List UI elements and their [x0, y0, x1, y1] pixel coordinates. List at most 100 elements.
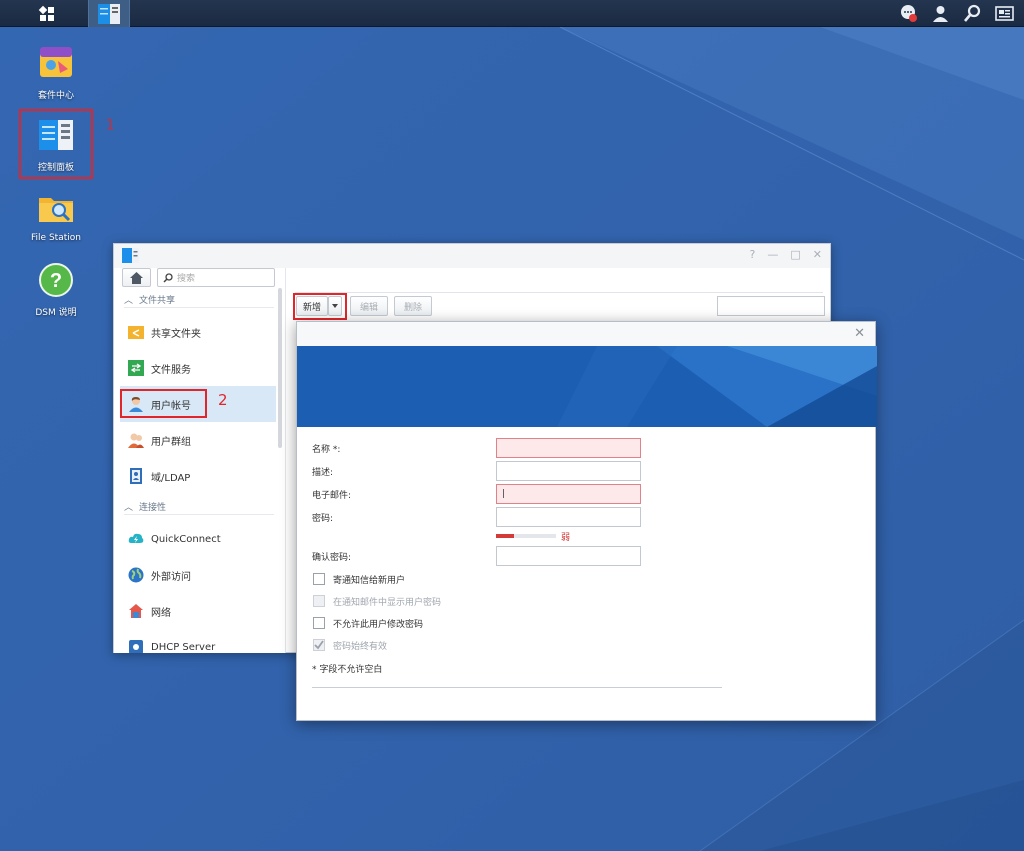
- option-label: 密码始终有效: [333, 641, 388, 652]
- checkbox[interactable]: [313, 617, 325, 629]
- create-user-dialog: ✕ 名称 *: 描述: 电子邮件: | 密码: 弱 确认密码: 寄通知信给新用户…: [296, 321, 877, 721]
- sidebar: 搜索 ︿ 文件共享 共享文件夹 文件服务 用户帐号 用户群组 域/LDAP ︿: [114, 268, 286, 653]
- quickconnect-icon: [128, 533, 144, 543]
- sidebar-item-label: 外部访问: [151, 571, 191, 583]
- email-field[interactable]: |: [496, 484, 641, 504]
- sidebar-item-label: 域/LDAP: [151, 472, 191, 484]
- confirm-password-field[interactable]: [496, 546, 641, 566]
- sidebar-scrollbar[interactable]: [278, 288, 282, 448]
- desktop-icon-label: 套件中心: [37, 91, 74, 101]
- window-controls: ? — □ ✕: [750, 248, 822, 261]
- highlight-user-account: [120, 389, 207, 418]
- sidebar-item-file-services[interactable]: 文件服务: [120, 350, 276, 386]
- help-icon: ?: [39, 263, 73, 297]
- filter-input[interactable]: [717, 296, 825, 316]
- control-panel-icon: [122, 248, 139, 263]
- minimize-button[interactable]: —: [767, 248, 778, 261]
- tab-divider: [295, 292, 823, 293]
- highlight-control-panel: [19, 109, 93, 179]
- dhcp-server-icon: [129, 640, 143, 653]
- file-services-icon: [128, 360, 144, 376]
- password-strength-fill: [496, 534, 514, 538]
- option-label: 在通知邮件中显示用户密码: [333, 597, 442, 608]
- sidebar-item-label: 网络: [151, 607, 171, 619]
- email-label: 电子邮件:: [312, 491, 352, 501]
- shared-folder-icon: [128, 326, 144, 339]
- edit-button[interactable]: 编辑: [350, 296, 388, 316]
- chevron-up-icon: ︿: [124, 503, 134, 513]
- confirm-password-label: 确认密码:: [312, 553, 352, 563]
- folder-search-icon: [39, 198, 73, 222]
- name-field[interactable]: [496, 438, 641, 458]
- password-strength-meter: [496, 534, 556, 538]
- password-field[interactable]: [496, 507, 641, 527]
- highlight-create-button: [293, 293, 347, 320]
- sidebar-item-label: 文件服务: [151, 364, 191, 376]
- sidebar-item-user-group[interactable]: 用户群组: [120, 422, 276, 458]
- sidebar-item-quickconnect[interactable]: QuickConnect: [120, 521, 276, 557]
- delete-button[interactable]: 删除: [394, 296, 432, 316]
- section-label: 文件共享: [139, 296, 176, 306]
- sidebar-item-label: QuickConnect: [151, 533, 221, 545]
- taskbar-control-panel[interactable]: [88, 0, 130, 27]
- desktop-icon-package-center[interactable]: 套件中心: [20, 45, 92, 101]
- package-center-icon: [40, 47, 72, 77]
- checkmark-icon: [314, 640, 324, 650]
- checkbox-checked[interactable]: [313, 639, 325, 651]
- main-menu-button[interactable]: [16, 0, 78, 27]
- sidebar-item-shared-folder[interactable]: 共享文件夹: [120, 314, 276, 350]
- email-value: |: [502, 489, 506, 499]
- section-file-sharing[interactable]: ︿ 文件共享: [124, 292, 274, 308]
- password-label: 密码:: [312, 514, 334, 524]
- window-titlebar[interactable]: ? — □ ✕: [114, 244, 830, 268]
- widgets-icon[interactable]: [995, 4, 1014, 23]
- sidebar-search-input[interactable]: 搜索: [157, 268, 275, 287]
- description-field[interactable]: [496, 461, 641, 481]
- main-menu-icon: [38, 5, 54, 21]
- section-connectivity[interactable]: ︿ 连接性: [124, 499, 274, 515]
- notification-icon[interactable]: [899, 4, 918, 23]
- section-label: 连接性: [139, 503, 167, 513]
- close-icon[interactable]: ✕: [854, 326, 865, 341]
- search-placeholder: 搜索: [177, 274, 196, 284]
- footer-divider: [312, 687, 722, 688]
- chevron-up-icon: ︿: [124, 296, 134, 306]
- maximize-button[interactable]: □: [790, 248, 800, 261]
- sidebar-item-domain-ldap[interactable]: 域/LDAP: [120, 458, 276, 494]
- domain-ldap-icon: [130, 468, 142, 484]
- home-icon: [130, 271, 143, 284]
- checkbox[interactable]: [313, 595, 325, 607]
- desktop-icon-dsm-help[interactable]: ? DSM 说明: [20, 262, 92, 318]
- taskbar-tray: [899, 0, 1014, 27]
- checkbox[interactable]: [313, 573, 325, 585]
- option-disallow-password-change[interactable]: 不允许此用户修改密码: [313, 616, 423, 630]
- desktop-icon-label: File Station: [31, 233, 81, 243]
- desktop-icon-label: DSM 说明: [35, 308, 77, 318]
- name-label: 名称 *:: [312, 445, 341, 455]
- svg-text:?: ?: [50, 270, 62, 292]
- home-button[interactable]: [122, 268, 151, 287]
- dialog-titlebar[interactable]: ✕: [297, 322, 875, 346]
- option-label: 寄通知信给新用户: [333, 575, 406, 586]
- close-button[interactable]: ✕: [813, 248, 822, 261]
- user-icon[interactable]: [931, 4, 950, 23]
- search-icon: [163, 272, 173, 283]
- dialog-banner: [297, 346, 877, 427]
- search-icon[interactable]: [963, 4, 982, 23]
- help-button[interactable]: ?: [750, 248, 756, 261]
- option-password-never-expires[interactable]: 密码始终有效: [313, 638, 387, 652]
- network-icon: [129, 604, 143, 618]
- sidebar-item-network[interactable]: 网络: [120, 593, 276, 629]
- required-note: * 字段不允许空白: [312, 665, 383, 675]
- desktop-icon-file-station[interactable]: File Station: [20, 190, 92, 243]
- control-panel-icon: [98, 3, 120, 24]
- sidebar-item-external-access[interactable]: 外部访问: [120, 557, 276, 593]
- option-show-password[interactable]: 在通知邮件中显示用户密码: [313, 594, 441, 608]
- description-label: 描述:: [312, 468, 334, 478]
- external-access-icon: [128, 567, 144, 583]
- sidebar-item-dhcp-server[interactable]: DHCP Server: [120, 629, 276, 653]
- password-strength-label: 弱: [561, 533, 571, 543]
- sidebar-item-label: 用户群组: [151, 436, 191, 448]
- option-send-notification[interactable]: 寄通知信给新用户: [313, 572, 405, 586]
- sidebar-item-label: DHCP Server: [151, 641, 216, 653]
